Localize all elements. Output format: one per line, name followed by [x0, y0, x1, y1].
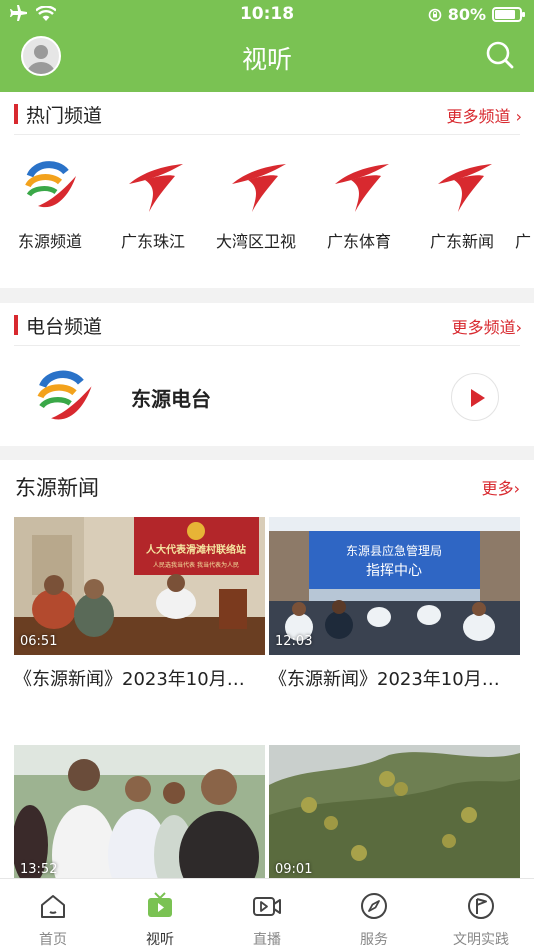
guangdong-tv-logo-icon [232, 164, 286, 212]
tab-label: 文明实践 [453, 932, 509, 948]
app-root: 10:18 80% 视听 热门频道 更多频道 › 东源频道 广东珠江 大湾区卫视… [0, 0, 534, 950]
video-duration: 13:52 [20, 862, 58, 877]
status-right: 80% [428, 5, 525, 24]
rotation-lock-icon [428, 8, 442, 21]
search-icon[interactable] [484, 39, 516, 71]
battery-percent: 80% [447, 5, 486, 24]
more-label: 更多频道 [446, 107, 511, 126]
more-label: 更多 [481, 479, 514, 498]
tab-label: 首页 [39, 932, 67, 948]
news-card[interactable]: 09:01 [269, 745, 520, 883]
tab-live[interactable]: 直播 [214, 879, 320, 950]
section-marker [14, 104, 18, 124]
overlay-banner: 人大代表滑滩村联络站 [146, 543, 246, 556]
channel-item-greater-bay[interactable]: 大湾区卫视 [206, 144, 306, 254]
app-header: 视听 [0, 30, 534, 92]
channel-name: 大湾区卫视 [215, 232, 296, 251]
video-duration: 12:03 [275, 634, 313, 649]
overlay-banner: 东源县应急管理局 [346, 543, 442, 558]
video-duration: 09:01 [275, 862, 313, 877]
news-thumbnail: 东源县应急管理局 指挥中心 12:03 [269, 517, 520, 655]
news-title: 东源新闻 [15, 476, 99, 500]
channel-name: 广东新闻 [429, 232, 494, 251]
channel-item-dongyuan[interactable]: 东源频道 [0, 144, 100, 254]
tab-label: 直播 [253, 932, 281, 948]
bottom-tab-bar: 首页 视听 直播 服务 文明实践 [0, 878, 534, 950]
news-thumbnail: 09:01 [269, 745, 520, 883]
guangdong-tv-logo-icon [438, 164, 492, 212]
status-bar: 10:18 80% [0, 0, 534, 30]
tab-audio-visual[interactable]: 视听 [107, 879, 213, 950]
tab-label: 视听 [146, 932, 174, 948]
channel-list: 东源频道 广东珠江 大湾区卫视 广东体育 广东新闻 广 [0, 144, 534, 254]
home-icon [41, 895, 65, 918]
radio-item[interactable]: 东源电台 [0, 353, 534, 443]
channel-item-sports[interactable]: 广东体育 [309, 144, 409, 254]
more-label: 更多频道 [451, 318, 516, 337]
news-card[interactable]: 人大代表滑滩村联络站 人民选我当代表 我当代表为人民 06:51 《东源新闻》2… [14, 517, 265, 691]
radio-more-link[interactable]: 更多频道› [452, 314, 522, 338]
live-video-icon [253, 897, 281, 916]
news-more-link[interactable]: 更多› [482, 475, 520, 499]
chevron-right-icon: › [515, 318, 522, 337]
radio-title: 电台频道 [26, 316, 103, 338]
divider [14, 134, 520, 135]
guangdong-tv-logo-icon [129, 164, 183, 212]
chevron-right-icon: › [513, 479, 520, 498]
radio-name: 东源电台 [131, 387, 211, 411]
hot-channels-header: 热门频道 更多频道 › [0, 92, 534, 134]
dongyuan-logo-icon [37, 370, 92, 420]
news-card[interactable]: 东源县应急管理局 指挥中心 12:03 《东源新闻》2023年10月… [269, 517, 520, 691]
overlay-sub: 人民选我当代表 我当代表为人民 [153, 561, 239, 569]
radio-header: 电台频道 更多频道› [0, 303, 534, 345]
radio-section: 电台频道 更多频道› 东源电台 [0, 303, 534, 446]
section-marker [14, 315, 18, 335]
battery-icon [492, 7, 525, 22]
channel-name: 广东珠江 [120, 232, 185, 251]
channel-item-partial[interactable]: 广 [515, 144, 534, 254]
video-duration: 06:51 [20, 634, 58, 649]
compass-icon [361, 893, 387, 919]
chevron-right-icon: › [515, 107, 522, 126]
news-card[interactable]: 13:52 [14, 745, 265, 883]
tab-home[interactable]: 首页 [0, 879, 106, 950]
play-icon [471, 389, 485, 407]
play-button[interactable] [451, 373, 499, 421]
hot-channels-title: 热门频道 [26, 105, 103, 127]
overlay-sub: 指挥中心 [366, 563, 422, 579]
tv-icon [148, 892, 172, 917]
hot-channels-more-link[interactable]: 更多频道 › [446, 103, 522, 127]
tab-services[interactable]: 服务 [321, 879, 427, 950]
news-card-title: 《东源新闻》2023年10月… [269, 669, 500, 690]
flag-icon [468, 893, 494, 919]
page-title: 视听 [241, 45, 292, 74]
news-section: 东源新闻 更多› 人大代表滑滩村联络站 人民选我当代表 我当代表为人民 06:5… [0, 460, 534, 883]
channel-item-zhujiang[interactable]: 广东珠江 [103, 144, 203, 254]
divider [14, 345, 520, 346]
channel-item-news[interactable]: 广东新闻 [412, 144, 512, 254]
tab-label: 服务 [360, 932, 388, 948]
channel-name-partial: 广 [515, 232, 532, 251]
dongyuan-logo-icon [25, 161, 76, 208]
news-thumbnail: 人大代表滑滩村联络站 人民选我当代表 我当代表为人民 06:51 [14, 517, 265, 655]
channel-name: 广东体育 [326, 232, 391, 251]
hot-channels-section: 热门频道 更多频道 › 东源频道 广东珠江 大湾区卫视 广东体育 广东新闻 广 [0, 92, 534, 288]
news-card-title: 《东源新闻》2023年10月… [14, 669, 245, 690]
news-thumbnail: 13:52 [14, 745, 265, 883]
tab-civilization-practice[interactable]: 文明实践 [428, 879, 534, 950]
guangdong-tv-logo-icon [335, 164, 389, 212]
